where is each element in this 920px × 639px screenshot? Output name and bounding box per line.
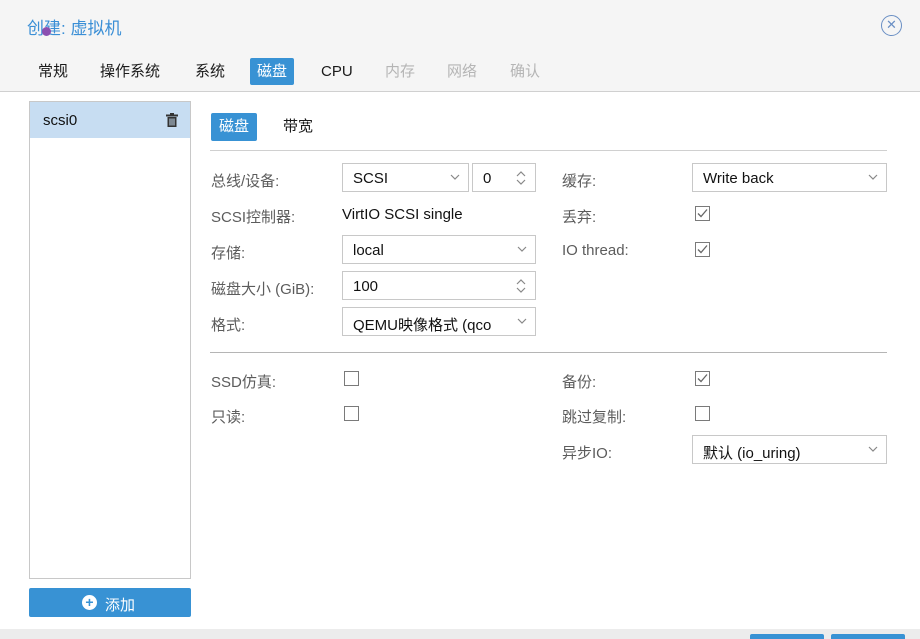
check-icon [697, 245, 708, 254]
backup-checkbox[interactable] [695, 371, 710, 386]
async-io-select[interactable]: 默认 (io_uring) [692, 435, 887, 464]
disk-size-value: 100 [353, 278, 379, 295]
device-number-value: 0 [483, 170, 492, 187]
scsi-controller-value: VirtIO SCSI single [342, 206, 463, 223]
chevron-down-icon [450, 174, 460, 180]
disk-list: scsi0 [29, 101, 191, 579]
storage-value: local [353, 242, 384, 259]
format-label: 格式: [211, 317, 246, 334]
readonly-label: 只读: [211, 409, 246, 426]
check-icon [697, 374, 708, 383]
bus-device-label: 总线/设备: [211, 173, 280, 190]
window-title: 创建: 虚拟机 [27, 19, 122, 38]
storage-label: 存储: [211, 245, 246, 262]
tab-confirm: 确认 [510, 63, 541, 80]
io-thread-label: IO thread: [562, 242, 629, 259]
advanced-divider [210, 352, 887, 353]
bus-value: SCSI [353, 170, 389, 187]
format-value: QEMU映像格式 (qco [353, 317, 492, 334]
plus-circle-icon: + [82, 595, 97, 610]
wizard-tabs: 常规 操作系统 系统 磁盘 CPU 内存 网络 确认 [0, 50, 920, 92]
disk-list-item[interactable]: scsi0 [30, 102, 190, 138]
tab-disks[interactable]: 磁盘 [250, 58, 295, 85]
trash-icon[interactable] [166, 113, 178, 127]
add-disk-button[interactable]: + 添加 [29, 588, 191, 617]
chevron-down-icon [868, 174, 878, 180]
chevron-down-icon [517, 318, 527, 324]
check-icon [697, 209, 708, 218]
spinner-icon[interactable] [516, 168, 526, 188]
skip-replication-label: 跳过复制: [562, 409, 627, 426]
tab-memory: 内存 [385, 63, 416, 80]
ssd-emulation-checkbox[interactable] [344, 371, 359, 386]
subtab-disk[interactable]: 磁盘 [211, 113, 258, 141]
format-select[interactable]: QEMU映像格式 (qco [342, 307, 536, 336]
async-io-label: 异步IO: [562, 445, 613, 462]
skip-replication-checkbox[interactable] [695, 406, 710, 421]
tab-system[interactable]: 系统 [188, 58, 232, 85]
back-button[interactable] [750, 634, 824, 639]
add-disk-label: 添加 [105, 597, 136, 614]
subtab-underline [210, 150, 887, 151]
cache-value: Write back [703, 170, 774, 187]
disk-size-label: 磁盘大小 (GiB): [211, 281, 315, 298]
chevron-down-icon [517, 246, 527, 252]
next-button[interactable] [831, 634, 905, 639]
io-thread-checkbox[interactable] [695, 242, 710, 257]
disk-size-input[interactable]: 100 [342, 271, 536, 300]
scsi-controller-label: SCSI控制器: [211, 209, 296, 226]
discard-checkbox[interactable] [695, 206, 710, 221]
disk-item-label: scsi0 [43, 112, 78, 129]
ssd-emulation-label: SSD仿真: [211, 374, 277, 391]
discard-label: 丢弃: [562, 209, 597, 226]
tab-cpu[interactable]: CPU [314, 58, 360, 85]
tab-general[interactable]: 常规 [31, 58, 75, 85]
cache-select[interactable]: Write back [692, 163, 887, 192]
bus-select[interactable]: SCSI [342, 163, 469, 192]
window-titlebar: 创建: 虚拟机 ✕ [0, 0, 920, 50]
async-io-value: 默认 (io_uring) [703, 445, 801, 462]
storage-select[interactable]: local [342, 235, 536, 264]
cache-label: 缓存: [562, 173, 597, 190]
backup-label: 备份: [562, 374, 597, 391]
subtab-bandwidth[interactable]: 带宽 [275, 113, 321, 141]
chevron-down-icon [868, 446, 878, 452]
cursor-dot [42, 27, 51, 36]
device-number-stepper[interactable]: 0 [472, 163, 536, 192]
spinner-icon[interactable] [516, 276, 526, 296]
tab-os[interactable]: 操作系统 [93, 58, 167, 85]
close-icon[interactable]: ✕ [881, 15, 902, 36]
readonly-checkbox[interactable] [344, 406, 359, 421]
tab-network: 网络 [447, 63, 478, 80]
